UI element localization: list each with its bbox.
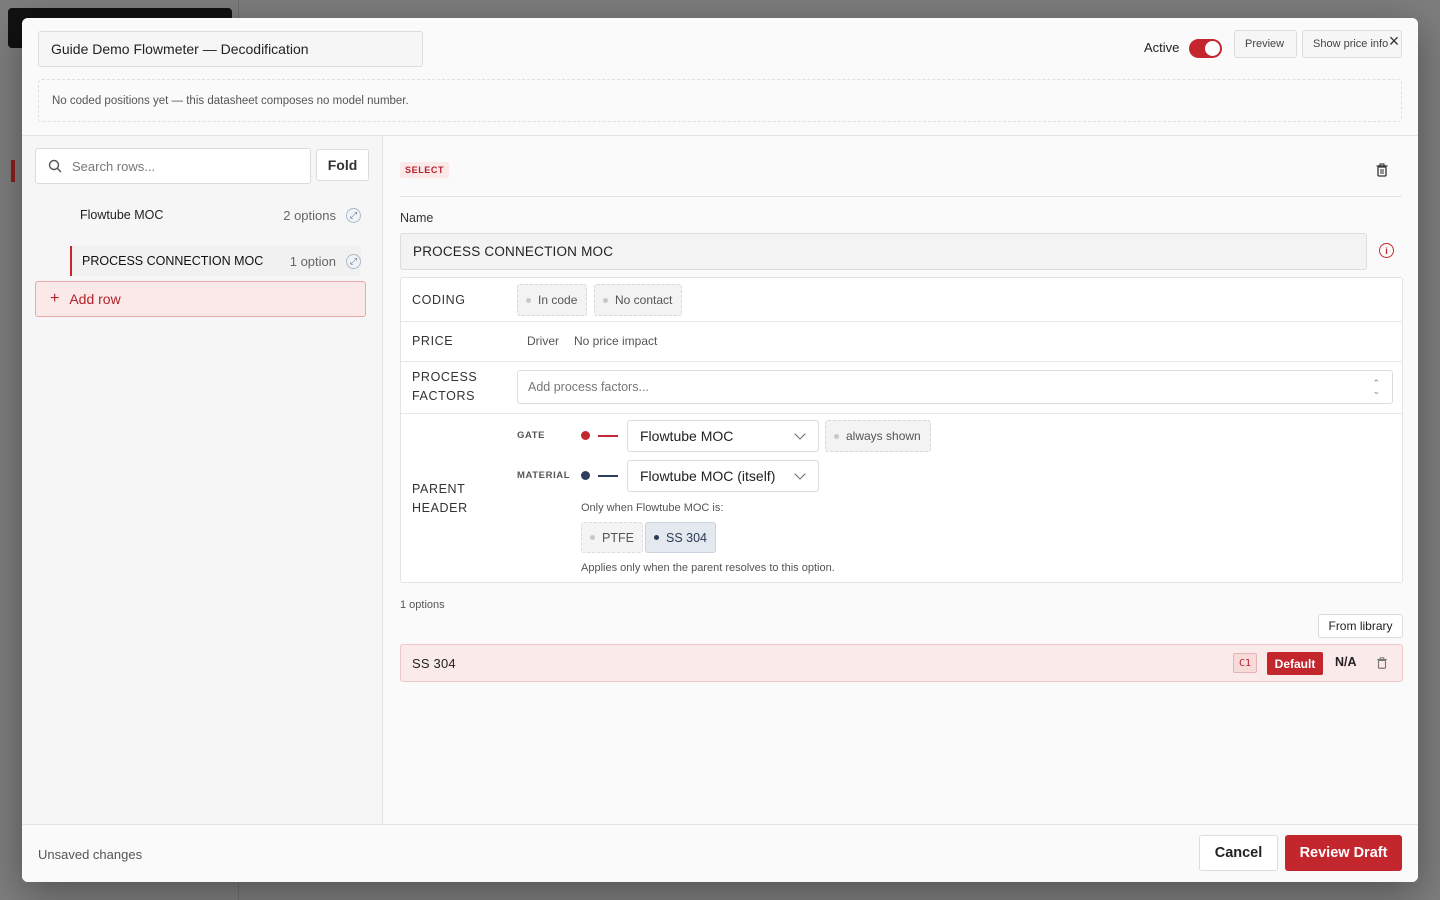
option-code-badge[interactable]: C1 bbox=[1233, 653, 1257, 673]
gate-label: GATE bbox=[517, 430, 546, 441]
preview-button[interactable]: Preview bbox=[1234, 30, 1297, 58]
active-toggle[interactable] bbox=[1189, 39, 1222, 58]
applies-note: Applies only when the parent resolves to… bbox=[581, 562, 835, 574]
material-label: MATERIAL bbox=[517, 470, 571, 481]
active-label: Active bbox=[1144, 40, 1180, 55]
only-when-text: Only when Flowtube MOC is: bbox=[581, 502, 724, 514]
parent-header-label: PARENT HEADER bbox=[412, 482, 468, 515]
search-placeholder: Search rows... bbox=[72, 158, 156, 174]
fold-button[interactable]: Fold bbox=[316, 149, 369, 181]
rows-sidebar: Search rows... Fold Flowtube MOC 2 optio… bbox=[22, 136, 383, 824]
sidebar-row-count: 1 option bbox=[289, 253, 336, 269]
sidebar-row-count: 2 options bbox=[283, 207, 336, 223]
price-values: Driver No price impact bbox=[527, 334, 672, 348]
parent-option-ptfe[interactable]: PTFE bbox=[581, 522, 643, 553]
material-indicator-line bbox=[598, 475, 618, 477]
gate-indicator-dot bbox=[581, 431, 590, 440]
row-name-input[interactable]: PROCESS CONNECTION MOC bbox=[400, 233, 1367, 270]
coding-label: CODING bbox=[412, 293, 466, 307]
datasheet-title-input[interactable]: Guide Demo Flowmeter — Decodification bbox=[38, 31, 423, 67]
sort-updown-icon: ⌃ ⌄ bbox=[1372, 378, 1380, 396]
delete-row-icon[interactable] bbox=[1374, 162, 1390, 178]
option-name[interactable]: SS 304 bbox=[412, 656, 456, 671]
coding-row: CODING In code No contact bbox=[401, 278, 1402, 322]
sidebar-row-label: PROCESS CONNECTION MOC bbox=[82, 254, 264, 268]
process-factors-select[interactable]: Add process factors... ⌃ ⌄ bbox=[517, 370, 1393, 404]
unsaved-status: Unsaved changes bbox=[38, 847, 143, 862]
no-contact-chip[interactable]: No contact bbox=[594, 284, 683, 316]
search-rows-input[interactable]: Search rows... bbox=[35, 148, 311, 184]
modal-header: Guide Demo Flowmeter — Decodification Ac… bbox=[22, 18, 1418, 136]
add-row-label: Add row bbox=[69, 291, 121, 307]
process-factors-label: PROCESS FACTORS bbox=[412, 370, 478, 403]
sidebar-row-label: Flowtube MOC bbox=[80, 208, 164, 222]
gate-dropdown[interactable]: Flowtube MOC bbox=[627, 420, 819, 452]
background-accent-mark bbox=[11, 160, 15, 182]
row-properties-table: CODING In code No contact PRICE Driver No… bbox=[400, 277, 1403, 583]
gate-indicator-line bbox=[598, 435, 618, 437]
search-icon bbox=[48, 159, 62, 173]
chevron-down-icon bbox=[794, 468, 806, 480]
material-dropdown[interactable]: Flowtube MOC (itself) bbox=[627, 460, 819, 492]
sidebar-row-process-connection-moc[interactable]: PROCESS CONNECTION MOC 1 option ⤢ bbox=[70, 246, 361, 276]
material-indicator-dot bbox=[581, 471, 590, 480]
modal-footer: Unsaved changes Cancel Review Draft bbox=[22, 824, 1418, 882]
in-code-chip[interactable]: In code bbox=[517, 284, 588, 316]
review-draft-button[interactable]: Review Draft bbox=[1285, 835, 1402, 871]
plus-icon: + bbox=[50, 290, 60, 307]
link-icon[interactable]: ⤢ bbox=[346, 253, 361, 269]
from-library-button[interactable]: From library bbox=[1318, 614, 1403, 638]
sidebar-row-flowtube-moc[interactable]: Flowtube MOC 2 options ⤢ bbox=[70, 200, 361, 230]
always-shown-chip: always shown bbox=[825, 420, 931, 452]
no-coded-positions-notice: No coded positions yet — this datasheet … bbox=[38, 79, 1402, 122]
chevron-down-icon bbox=[794, 428, 806, 440]
cancel-button[interactable]: Cancel bbox=[1199, 835, 1278, 871]
option-row[interactable]: SS 304 C1 Default N/A bbox=[400, 644, 1403, 682]
delete-option-icon[interactable] bbox=[1375, 656, 1389, 670]
price-impact[interactable]: No price impact bbox=[574, 334, 657, 348]
price-row: PRICE Driver No price impact bbox=[401, 322, 1402, 362]
parent-header-row: PARENT HEADER GATE Flowtube MOC always s… bbox=[401, 414, 1402, 583]
option-price[interactable]: N/A bbox=[1335, 655, 1357, 669]
options-count: 1 options bbox=[400, 599, 445, 611]
link-icon[interactable]: ⤢ bbox=[346, 207, 361, 223]
decodification-modal: Guide Demo Flowmeter — Decodification Ac… bbox=[22, 18, 1418, 882]
row-editor: SELECT Name PROCESS CONNECTION MOC i COD… bbox=[384, 136, 1418, 824]
process-factors-row: PROCESS FACTORS Add process factors... ⌃… bbox=[401, 362, 1402, 414]
default-badge[interactable]: Default bbox=[1267, 652, 1323, 675]
divider bbox=[400, 196, 1402, 197]
row-type-badge: SELECT bbox=[400, 162, 450, 178]
info-icon[interactable]: i bbox=[1379, 243, 1394, 258]
add-row-button[interactable]: + Add row bbox=[35, 281, 366, 317]
name-label: Name bbox=[400, 211, 434, 225]
parent-option-ss304[interactable]: SS 304 bbox=[645, 522, 717, 553]
price-driver[interactable]: Driver bbox=[527, 334, 559, 348]
close-icon[interactable]: × bbox=[1385, 32, 1403, 50]
price-label: PRICE bbox=[412, 334, 454, 348]
